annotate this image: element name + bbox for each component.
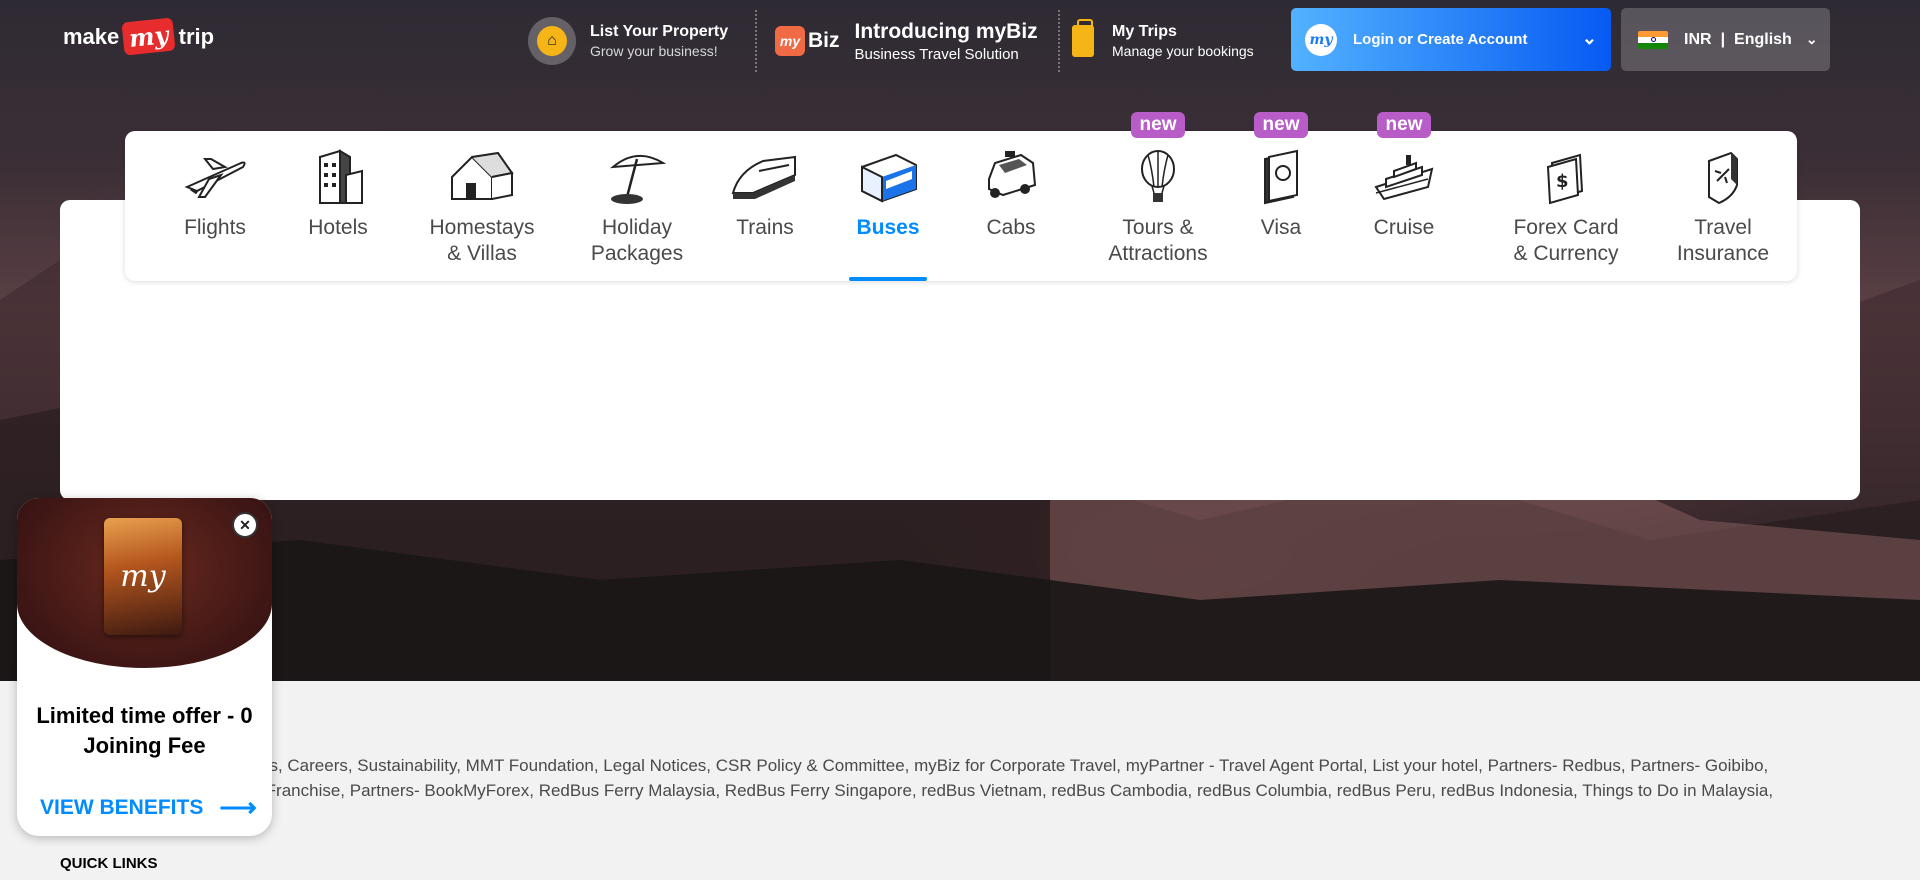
nav-item-holiday-packages[interactable]: Holiday Packages bbox=[562, 131, 712, 281]
nav-label: Hotels bbox=[308, 216, 368, 239]
insurance-icon bbox=[1701, 145, 1745, 209]
locale-separator: | bbox=[1720, 30, 1726, 48]
forex-icon: $ bbox=[1542, 145, 1590, 209]
nav-label: Flights bbox=[184, 216, 246, 239]
currency-label: INR bbox=[1684, 30, 1712, 48]
product-nav: Flights Hotels Homestays & Villas Holida… bbox=[125, 112, 1797, 281]
nav-label: Trains bbox=[736, 216, 794, 239]
nav-label: Cruise bbox=[1373, 216, 1435, 239]
makemytrip-logo[interactable]: make my trip bbox=[63, 17, 215, 56]
nav-label: Visa bbox=[1260, 216, 1302, 239]
login-button[interactable]: my Login or Create Account ⌄ bbox=[1291, 8, 1611, 71]
credit-card-image: my bbox=[104, 518, 182, 635]
logo-make: make bbox=[63, 23, 120, 49]
offer-line-2: Joining Fee bbox=[83, 733, 206, 758]
logo-trip: trip bbox=[178, 23, 215, 49]
new-badge: new bbox=[1130, 112, 1186, 138]
india-flag-icon bbox=[1638, 30, 1668, 49]
locale-selector[interactable]: INR | English ⌄ bbox=[1621, 8, 1830, 71]
list-property-link[interactable]: ⌂ List Your Property Grow your business! bbox=[528, 10, 728, 72]
mybiz-logo: my Biz bbox=[775, 26, 840, 56]
house-key-icon: ⌂ bbox=[528, 17, 576, 65]
footer-links-line-1[interactable]: ns, Careers, Sustainability, MMT Foundat… bbox=[260, 753, 1860, 778]
new-badge: new bbox=[1253, 112, 1309, 138]
mybiz-subtitle: Business Travel Solution bbox=[854, 45, 1019, 63]
login-label: Login or Create Account bbox=[1353, 31, 1528, 48]
nav-label: Holiday Packages bbox=[590, 216, 684, 265]
list-property-subtitle: Grow your business! bbox=[590, 43, 718, 59]
train-icon bbox=[729, 145, 801, 209]
nav-label: Cabs bbox=[986, 216, 1036, 239]
footer-links: ns, Careers, Sustainability, MMT Foundat… bbox=[60, 753, 1860, 803]
chevron-down-icon[interactable]: ⌄ bbox=[1582, 28, 1597, 49]
cruise-icon bbox=[1372, 145, 1436, 209]
nav-item-tours-attractions[interactable]: new Tours & Attractions bbox=[1078, 112, 1238, 281]
mybiz-title: Introducing myBiz bbox=[854, 19, 1038, 43]
bus-icon bbox=[856, 145, 920, 209]
nav-item-trains[interactable]: Trains bbox=[715, 131, 815, 281]
chevron-down-icon: ⌄ bbox=[1805, 31, 1818, 47]
my-trips-link[interactable]: My Trips Manage your bookings bbox=[1072, 10, 1254, 72]
nav-label: Buses bbox=[856, 216, 920, 239]
homestay-icon bbox=[448, 145, 516, 209]
close-icon[interactable]: ✕ bbox=[232, 512, 258, 538]
offer-popup: my ✕ Limited time offer - 0 Joining Fee … bbox=[17, 498, 272, 836]
nav-item-travel-insurance[interactable]: Travel Insurance bbox=[1643, 131, 1803, 281]
logo-my: my bbox=[121, 17, 177, 56]
nav-label: Forex Card & Currency bbox=[1513, 216, 1619, 265]
nav-label: Travel Insurance bbox=[1676, 216, 1770, 265]
nav-item-hotels[interactable]: Hotels bbox=[288, 131, 388, 281]
view-benefits-label: VIEW BENEFITS bbox=[40, 795, 204, 819]
offer-line-1: Limited time offer - 0 bbox=[36, 703, 253, 728]
nav-label: Homestays & Villas bbox=[429, 216, 535, 265]
user-avatar-icon: my bbox=[1305, 23, 1337, 56]
mybiz-badge-text: Biz bbox=[808, 29, 840, 52]
list-property-title: List Your Property bbox=[590, 23, 729, 40]
passport-icon bbox=[1259, 145, 1303, 209]
balloon-icon bbox=[1138, 145, 1178, 209]
nav-item-homestays[interactable]: Homestays & Villas bbox=[407, 131, 557, 281]
arrow-right-icon: ⟶ bbox=[219, 792, 257, 822]
nav-item-visa[interactable]: new Visa bbox=[1231, 112, 1331, 281]
flight-icon bbox=[183, 145, 247, 209]
cab-icon bbox=[981, 145, 1041, 209]
nav-item-buses[interactable]: Buses bbox=[838, 131, 938, 281]
nav-label: Tours & Attractions bbox=[1108, 216, 1208, 265]
nav-item-cruise[interactable]: new Cruise bbox=[1354, 112, 1454, 281]
nav-item-cabs[interactable]: Cabs bbox=[961, 131, 1061, 281]
mybiz-link[interactable]: my Biz Introducing myBiz Business Travel… bbox=[755, 10, 1060, 72]
my-trips-subtitle: Manage your bookings bbox=[1112, 43, 1254, 59]
nav-item-flights[interactable]: Flights bbox=[165, 131, 265, 281]
new-badge: new bbox=[1376, 112, 1432, 138]
holiday-icon bbox=[605, 145, 669, 209]
quick-links-heading: QUICK LINKS bbox=[60, 855, 158, 872]
svg-text:$: $ bbox=[1556, 171, 1569, 192]
view-benefits-button[interactable]: VIEW BENEFITS ⟶ bbox=[40, 792, 257, 823]
nav-item-forex[interactable]: $ Forex Card & Currency bbox=[1481, 131, 1651, 281]
footer-links-line-2[interactable]: -Franchise, Partners- BookMyForex, RedBu… bbox=[260, 778, 1860, 803]
suitcase-icon bbox=[1072, 19, 1094, 57]
language-label: English bbox=[1734, 30, 1792, 48]
offer-text: Limited time offer - 0 Joining Fee bbox=[17, 701, 272, 761]
mybiz-bag-icon: my bbox=[775, 26, 805, 56]
my-trips-title: My Trips bbox=[1112, 23, 1177, 40]
hotel-icon bbox=[310, 145, 366, 209]
active-tab-underline bbox=[849, 277, 927, 281]
